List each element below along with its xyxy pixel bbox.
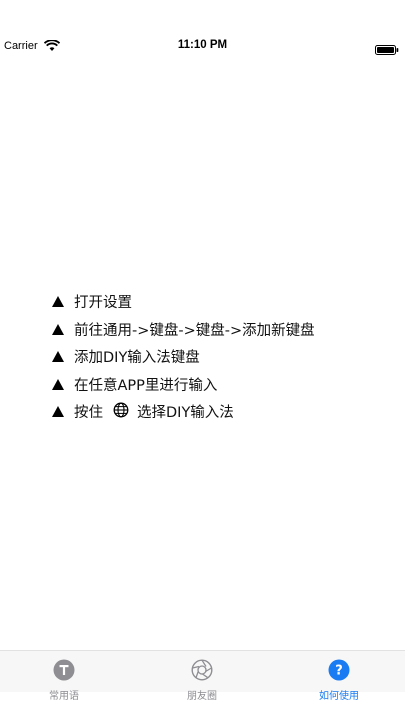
status-bar: Carrier 11:10 PM — [0, 36, 405, 58]
status-time: 11:10 PM — [177, 39, 228, 51]
step-text-after: 选择DIY输入法 — [137, 405, 234, 422]
triangle-bullet-icon — [52, 296, 64, 308]
battery-icon — [375, 42, 399, 60]
triangle-bullet-icon — [52, 406, 64, 418]
step-add-diy-keyboard: 添加DIY输入法键盘 — [52, 343, 392, 371]
step-text: 添加DIY输入法键盘 — [74, 350, 200, 367]
tab-moments[interactable]: 朋友圈 — [162, 659, 242, 702]
step-add-keyboard-path: 前往通用->键盘->键盘->添加新键盘 — [52, 316, 392, 344]
triangle-bullet-icon — [52, 323, 64, 335]
step-type-in-any-app: 在任意APP里进行输入 — [52, 371, 392, 399]
svg-text:?: ? — [335, 664, 343, 679]
step-text: 在任意APP里进行输入 — [74, 377, 218, 394]
step-text-before: 按住 — [74, 405, 103, 422]
tab-phrases[interactable]: 常用语 — [24, 659, 104, 702]
tab-label: 朋友圈 — [187, 691, 217, 702]
step-hold-globe: 按住 选择DIY输入法 — [52, 398, 392, 426]
triangle-bullet-icon — [52, 351, 64, 363]
tab-how-to-use[interactable]: ? 如何使用 — [299, 659, 379, 702]
globe-icon — [113, 402, 129, 422]
tab-label: 如何使用 — [319, 691, 359, 702]
help-icon: ? — [299, 659, 379, 685]
triangle-bullet-icon — [52, 378, 64, 390]
text-icon — [24, 659, 104, 685]
step-text: 前往通用->键盘->键盘->添加新键盘 — [74, 322, 315, 339]
instructions-list: 打开设置 前往通用->键盘->键盘->添加新键盘 添加DIY输入法键盘 在任意A… — [52, 288, 392, 426]
step-text: 打开设置 — [74, 295, 132, 312]
tab-label: 常用语 — [49, 691, 79, 702]
tab-bar: 常用语 朋友圈 ? 如何使用 — [0, 650, 405, 702]
aperture-icon — [162, 659, 242, 685]
step-open-settings: 打开设置 — [52, 288, 392, 316]
